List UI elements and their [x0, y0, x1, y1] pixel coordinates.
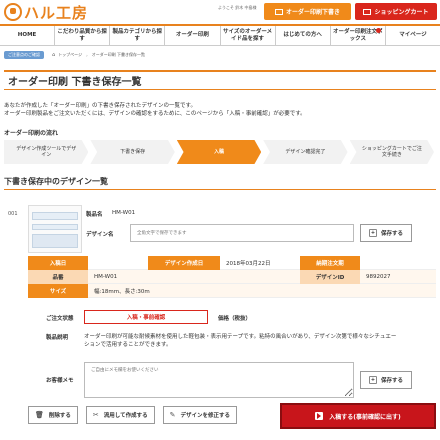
nav-item-home[interactable]: HOME — [0, 26, 56, 45]
nav-label: HOME — [17, 32, 37, 39]
logo-mark-icon — [4, 3, 22, 21]
flow-step-submit: 入稿 — [176, 140, 262, 164]
intro-line-2: オーダー印刷製品をご注文いただくには、デザインの確認をするために、このページから… — [4, 111, 306, 118]
notification-badge — [375, 28, 381, 33]
flow-step-design: デザイン作成ツールでデザイン — [4, 140, 89, 164]
delete-label: 削除する — [48, 413, 71, 419]
nav-item-mypage[interactable]: マイページ — [386, 26, 440, 45]
size-value: 幅:18mm、長さ:30m — [88, 284, 436, 298]
nav-label: マイページ — [399, 32, 427, 39]
design-name-label: デザイン名 — [86, 232, 114, 238]
save-design-name-button[interactable]: + 保存する — [360, 224, 412, 242]
breadcrumb-item-top[interactable]: トップページ — [58, 52, 82, 58]
global-nav: HOME こだわり品質から探す 製品カテゴリから探す オーダー印刷 サイズのオー… — [0, 24, 440, 46]
description-line-1: オーダー印刷が可能な耐候素材を使用した軽包装・表示用テープです。粘特の風合いがあ… — [84, 334, 397, 340]
cart-icon — [363, 8, 372, 15]
entry-date-header: 入稿日 — [28, 256, 88, 270]
delete-button[interactable]: 🗑 削除する — [28, 406, 78, 424]
design-info-table: 入稿日 デザイン作成日 2018年03月22日 納期注文期 品番 HM-W01 … — [28, 256, 436, 298]
product-code-header: 品番 — [28, 270, 88, 284]
save-label: 保存する — [380, 378, 403, 384]
shopping-cart-button[interactable]: ショッピングカート — [355, 3, 437, 20]
reuse-label: 流用して作成する — [103, 413, 148, 419]
tape-preview — [32, 224, 78, 230]
item-number: 001 — [8, 211, 18, 217]
description-line-2: ションで活用することができます。 — [84, 342, 172, 349]
nav-label: はじめての方へ — [283, 32, 322, 39]
intro-text: あなたが作成した「オーダー印刷」の下書き保存されたデザインの一覧です。 オーダー… — [4, 102, 436, 119]
flow-title: オーダー印刷の流れ — [4, 130, 59, 137]
action-bar: 🗑 削除する ✂ 流用して作成する ✎ デザインを修正する — [28, 406, 245, 426]
reuse-button[interactable]: ✂ 流用して作成する — [85, 406, 155, 424]
intro-line-1: あなたが作成した「オーダー印刷」の下書き保存されたデザインの一覧です。 — [4, 103, 196, 109]
nav-item-quality[interactable]: こだわり品質から探す — [55, 26, 111, 45]
breadcrumb-item-current: オーダー印刷 下書き保存一覧 — [91, 52, 145, 57]
plus-icon: + — [368, 376, 377, 384]
tape-preview — [32, 212, 78, 220]
status-badge: 入稿・事前確認 — [84, 310, 208, 324]
order-draft-label: オーダー印刷下書き — [285, 9, 340, 16]
deadline-value — [360, 256, 436, 270]
nav-item-order-box[interactable]: オーダー印刷注文ボックス — [331, 26, 386, 45]
logo-text: ハル工房 — [24, 3, 89, 22]
design-thumbnail[interactable] — [28, 205, 82, 253]
order-draft-button[interactable]: オーダー印刷下書き — [264, 3, 351, 20]
flow-step-checkout: ショッピングカートでご注文手続き — [349, 140, 435, 164]
design-id-value: 9892027 — [360, 270, 436, 284]
design-name-input[interactable] — [130, 224, 354, 242]
deadline-header: 納期注文期 — [300, 256, 360, 270]
nav-label: オーダー印刷 — [175, 32, 209, 39]
home-icon: ⌂ — [52, 52, 56, 58]
section-title: 下書き保存中のデザイン一覧 — [4, 174, 436, 190]
save-memo-button[interactable]: + 保存する — [360, 371, 412, 389]
tape-preview — [32, 234, 78, 248]
welcome-text: ようこそ 鈴木 中島様 — [218, 5, 257, 10]
status-label: ご注文状態 — [46, 316, 74, 322]
submit-button[interactable]: 入稿する(事前確認に出す) — [280, 403, 436, 429]
save-label: 保存する — [380, 231, 403, 237]
edit-design-button[interactable]: ✎ デザインを修正する — [162, 406, 238, 424]
nav-label: こだわり品質から探す — [57, 28, 107, 42]
trash-icon: 🗑 — [35, 411, 44, 419]
product-name-label: 製品名 — [86, 212, 103, 218]
size-header: サイズ — [28, 284, 88, 298]
chevron-right-icon: › — [86, 52, 88, 58]
play-arrow-icon — [315, 412, 324, 420]
order-flow-steps: デザイン作成ツールでデザイン 下書き保存 入稿 デザイン確認完了 ショッピングカ… — [4, 140, 436, 164]
created-date-value: 2018年03月22日 — [220, 256, 300, 270]
price-label: 価格（税抜） — [218, 316, 252, 322]
nav-item-category[interactable]: 製品カテゴリから探す — [110, 26, 166, 45]
nav-label: サイズのオーダーメイド品を探す — [223, 28, 273, 42]
page-title: オーダー印刷 下書き保存一覧 — [4, 70, 436, 90]
scissors-icon: ✂ — [92, 411, 99, 419]
product-name-value: HM-W01 — [112, 210, 136, 216]
info-row-ids: 品番 HM-W01 デザインID 9892027 — [28, 270, 436, 284]
memo-textarea[interactable] — [84, 362, 354, 398]
plus-icon: + — [368, 229, 377, 237]
design-id-header: デザインID — [300, 270, 360, 284]
memo-label: お客様メモ — [46, 378, 74, 384]
nav-item-order-print[interactable]: オーダー印刷 — [165, 26, 221, 45]
flow-step-draft: 下書き保存 — [90, 140, 175, 164]
order-box-icon — [274, 8, 283, 15]
info-row-dates: 入稿日 デザイン作成日 2018年03月22日 納期注文期 — [28, 256, 436, 270]
submit-label: 入稿する(事前確認に出す) — [329, 413, 401, 421]
product-code-value: HM-W01 — [88, 270, 300, 284]
breadcrumb: ご注意点のご確認 ⌂ トップページ › オーダー印刷 下書き保存一覧 — [4, 50, 145, 60]
nav-item-first-time[interactable]: はじめての方へ — [276, 26, 331, 45]
description-label: 製品説明 — [46, 335, 69, 341]
nav-item-custom-size[interactable]: サイズのオーダーメイド品を探す — [221, 26, 276, 45]
nav-label: 製品カテゴリから探す — [112, 28, 163, 42]
flow-step-confirmed: デザイン確認完了 — [263, 140, 348, 164]
site-logo[interactable]: ハル工房 — [4, 2, 88, 22]
created-date-header: デザイン作成日 — [148, 256, 220, 270]
entry-date-value — [88, 256, 148, 270]
edit-design-label: デザインを修正する — [180, 413, 231, 419]
site-header: ハル工房 ようこそ 鈴木 中島様 オーダー印刷下書き ショッピングカート — [0, 0, 440, 24]
description-text: オーダー印刷が可能な耐候素材を使用した軽包装・表示用テープです。粘特の風合いがあ… — [84, 333, 436, 350]
notice-link[interactable]: ご注意点のご確認 — [4, 51, 44, 59]
pencil-icon: ✎ — [169, 411, 176, 419]
info-row-size: サイズ 幅:18mm、長さ:30m — [28, 284, 436, 298]
shopping-cart-label: ショッピングカート — [374, 9, 429, 16]
